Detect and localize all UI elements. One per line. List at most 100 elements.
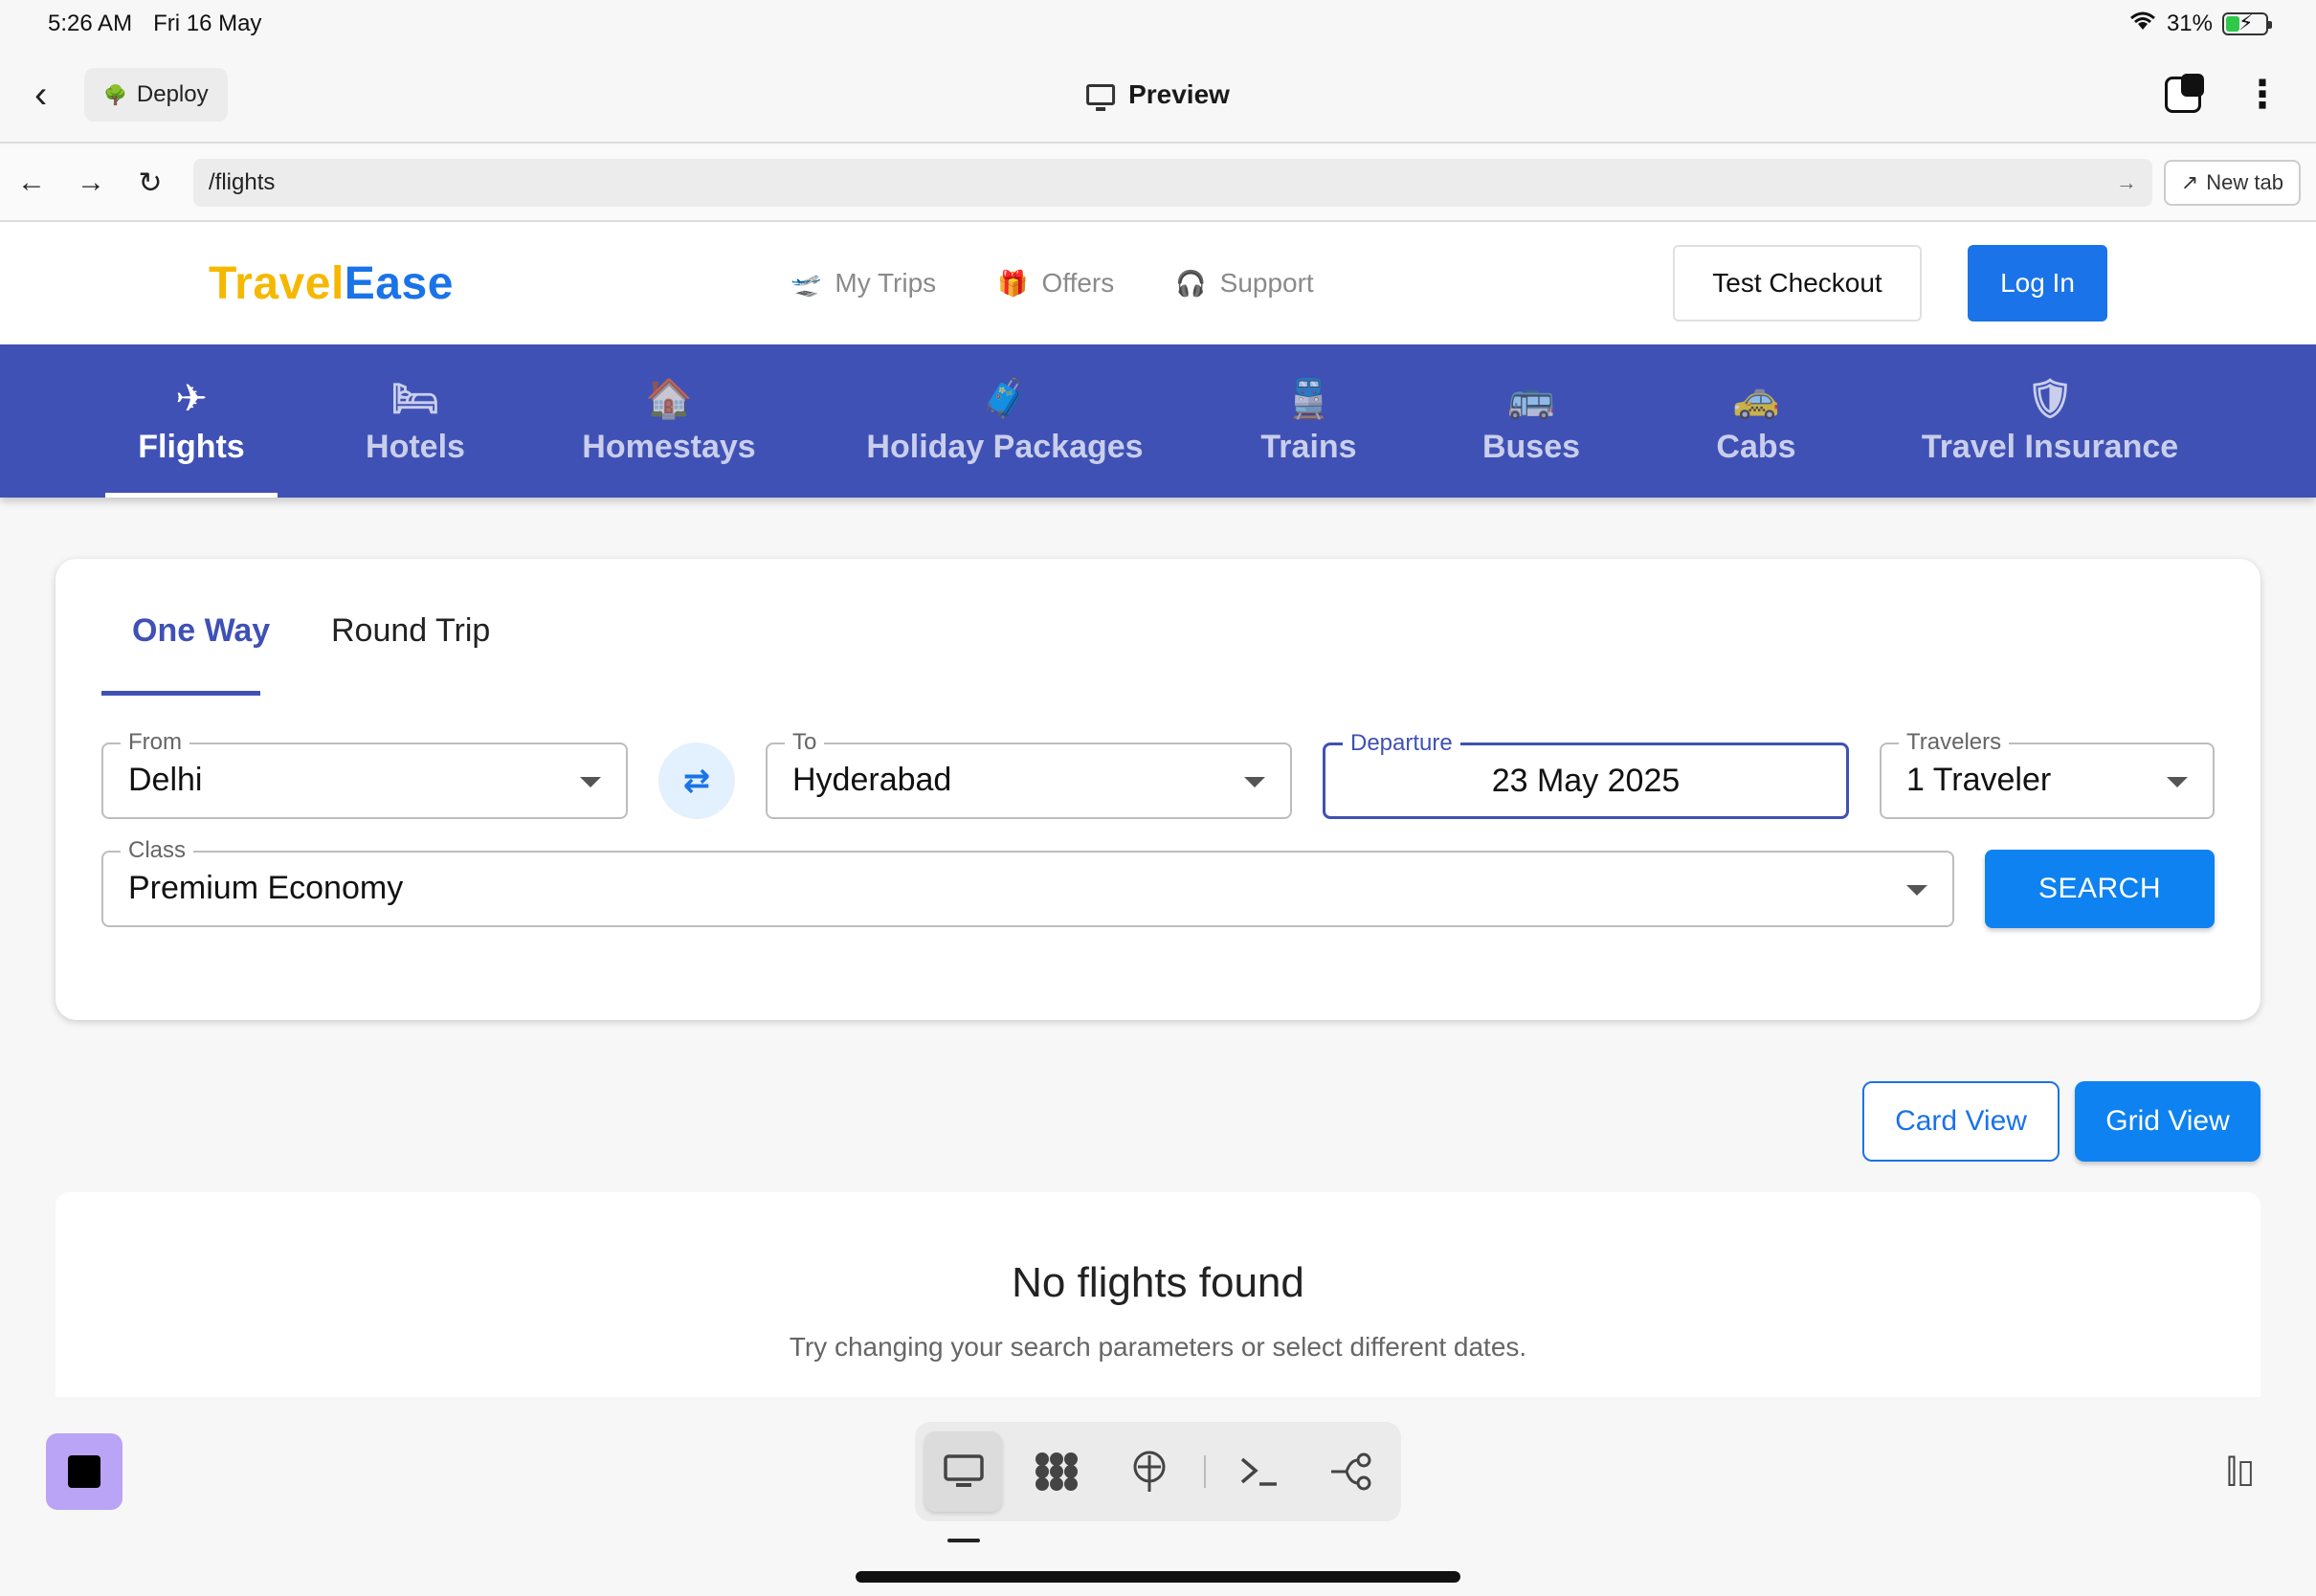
departure-value: 23 May 2025: [1491, 763, 1681, 799]
luggage-icon: 🧳: [981, 377, 1029, 420]
category-label: Homestays: [582, 428, 756, 465]
chevron-down-icon: [2167, 777, 2188, 787]
to-value: Hyderabad: [792, 762, 952, 798]
app-bar-actions: ⋮: [2165, 74, 2282, 114]
grid-view-button[interactable]: Grid View: [2075, 1081, 2260, 1162]
more-menu-icon[interactable]: ⋮: [2243, 76, 2282, 114]
reload-icon[interactable]: ↻: [134, 166, 167, 200]
back-chevron-icon[interactable]: ‹: [34, 74, 73, 117]
category-trains[interactable]: 🚆 Trains: [1244, 344, 1373, 498]
bed-icon: 🛏: [390, 377, 440, 420]
deploy-tree-icon: [1133, 1451, 1166, 1492]
monitor-icon: [943, 1454, 984, 1487]
tab-one-way[interactable]: One Way: [132, 612, 270, 650]
arrow-right-icon[interactable]: →: [75, 166, 107, 199]
battery-percent: 31%: [2166, 11, 2213, 36]
nav-my-trips[interactable]: 🛫 My Trips: [791, 268, 936, 299]
category-label: Travel Insurance: [1921, 428, 2179, 465]
card-view-button[interactable]: Card View: [1862, 1081, 2060, 1162]
to-select[interactable]: To Hyderabad: [766, 729, 1292, 819]
class-label: Class: [121, 837, 194, 864]
login-button[interactable]: Log In: [1968, 245, 2107, 321]
workspace-tool-button[interactable]: [1017, 1431, 1095, 1512]
go-arrow-icon[interactable]: →: [2116, 170, 2137, 195]
battery-icon: ⚡: [2222, 11, 2272, 35]
nav-support[interactable]: 🎧 Support: [1175, 268, 1313, 299]
class-value: Premium Economy: [128, 870, 404, 906]
nav-support-label: Support: [1219, 268, 1314, 298]
travelers-select[interactable]: Travelers 1 Traveler: [1880, 729, 2215, 819]
external-link-icon: ↗: [2180, 170, 2199, 194]
category-travel-insurance[interactable]: 🛡 Travel Insurance: [1908, 344, 2192, 498]
category-label: Holiday Packages: [866, 428, 1144, 465]
cluster-icon: [1035, 1452, 1078, 1491]
toolbar-divider: [1203, 1455, 1206, 1488]
site-logo[interactable]: TravelEase: [209, 257, 454, 310]
deploy-button[interactable]: 🌳 Deploy: [84, 68, 228, 122]
to-label: To: [785, 729, 825, 756]
nav-my-trips-label: My Trips: [835, 268, 937, 298]
airplane-icon: ✈: [175, 377, 208, 420]
nav-offers-label: Offers: [1041, 268, 1115, 298]
chevron-down-icon: [1906, 885, 1927, 896]
branch-icon: [1331, 1452, 1371, 1491]
category-hotels[interactable]: 🛏 Hotels: [339, 344, 492, 498]
tabs-icon[interactable]: [2165, 74, 2204, 113]
category-holiday-packages[interactable]: 🧳 Holiday Packages: [842, 344, 1168, 498]
preview-tool-button[interactable]: [924, 1431, 1003, 1512]
tree-icon: 🌳: [103, 84, 127, 106]
test-checkout-button[interactable]: Test Checkout: [1673, 245, 1922, 321]
nav-offers[interactable]: 🎁 Offers: [997, 268, 1114, 299]
site-header: TravelEase 🛫 My Trips 🎁 Offers 🎧 Support…: [0, 222, 2316, 344]
swap-arrows-icon: ⇄: [682, 763, 711, 799]
url-input[interactable]: /flights →: [193, 159, 2152, 207]
git-tool-button[interactable]: [1314, 1431, 1392, 1512]
deploy-label: Deploy: [136, 81, 209, 107]
empty-results-subtitle: Try changing your search parameters or s…: [789, 1332, 1527, 1362]
category-label: Hotels: [366, 428, 465, 465]
active-tab-indicator: [101, 691, 260, 696]
category-buses[interactable]: 🚌 Buses: [1464, 344, 1598, 498]
category-label: Buses: [1481, 428, 1581, 465]
app-bar: ‹ 🌳 Deploy Preview ⋮: [0, 48, 2316, 144]
monitor-icon: [1086, 84, 1116, 111]
new-tab-button[interactable]: ↗ New tab: [2163, 160, 2301, 206]
gift-icon: 🎁: [997, 268, 1029, 298]
house-icon: 🏠: [645, 377, 693, 420]
search-button[interactable]: SEARCH: [1985, 850, 2215, 928]
class-select[interactable]: Class Premium Economy: [101, 837, 1954, 927]
terminal-icon: [1241, 1457, 1278, 1486]
wifi-icon: [2128, 11, 2157, 38]
logo-travel: Travel: [209, 257, 345, 309]
chevron-down-icon: [580, 777, 601, 787]
taxi-icon: 🚕: [1732, 377, 1780, 420]
side-panel-icon[interactable]: ⫿▯: [2226, 1452, 2255, 1491]
from-value: Delhi: [128, 762, 203, 798]
empty-results-title: No flights found: [1012, 1259, 1304, 1306]
from-select[interactable]: From Delhi: [101, 729, 628, 819]
tab-round-trip[interactable]: Round Trip: [331, 612, 490, 650]
departure-label: Departure: [1343, 730, 1460, 757]
stop-button[interactable]: [46, 1433, 122, 1510]
category-flights[interactable]: ✈ Flights: [105, 344, 278, 498]
swap-cities-button[interactable]: ⇄: [658, 743, 735, 819]
shield-icon: 🛡: [2025, 377, 2075, 420]
status-bar: 5:26 AM Fri 16 May 31% ⚡: [0, 0, 2316, 48]
departure-date-field[interactable]: Departure 23 May 2025: [1323, 730, 1849, 819]
active-tool-indicator: [947, 1539, 980, 1542]
arrow-left-icon[interactable]: ←: [15, 166, 48, 199]
status-time: 5:26 AM: [48, 11, 133, 36]
logo-ease: Ease: [344, 257, 454, 309]
deploy-tool-button[interactable]: [1110, 1431, 1188, 1512]
category-label: Cabs: [1716, 428, 1796, 465]
shell-tool-button[interactable]: [1221, 1431, 1299, 1512]
category-cabs[interactable]: 🚕 Cabs: [1694, 344, 1818, 498]
bottom-dock: ⫿▯: [0, 1397, 2316, 1596]
status-right: 31% ⚡: [2128, 11, 2272, 38]
category-homestays[interactable]: 🏠 Homestays: [559, 344, 779, 498]
results-panel: No flights found Try changing your searc…: [56, 1192, 2260, 1397]
travelers-value: 1 Traveler: [1906, 762, 2052, 798]
stop-icon: [68, 1455, 100, 1488]
site-nav: 🛫 My Trips 🎁 Offers 🎧 Support: [791, 268, 1314, 299]
from-label: From: [121, 729, 189, 756]
